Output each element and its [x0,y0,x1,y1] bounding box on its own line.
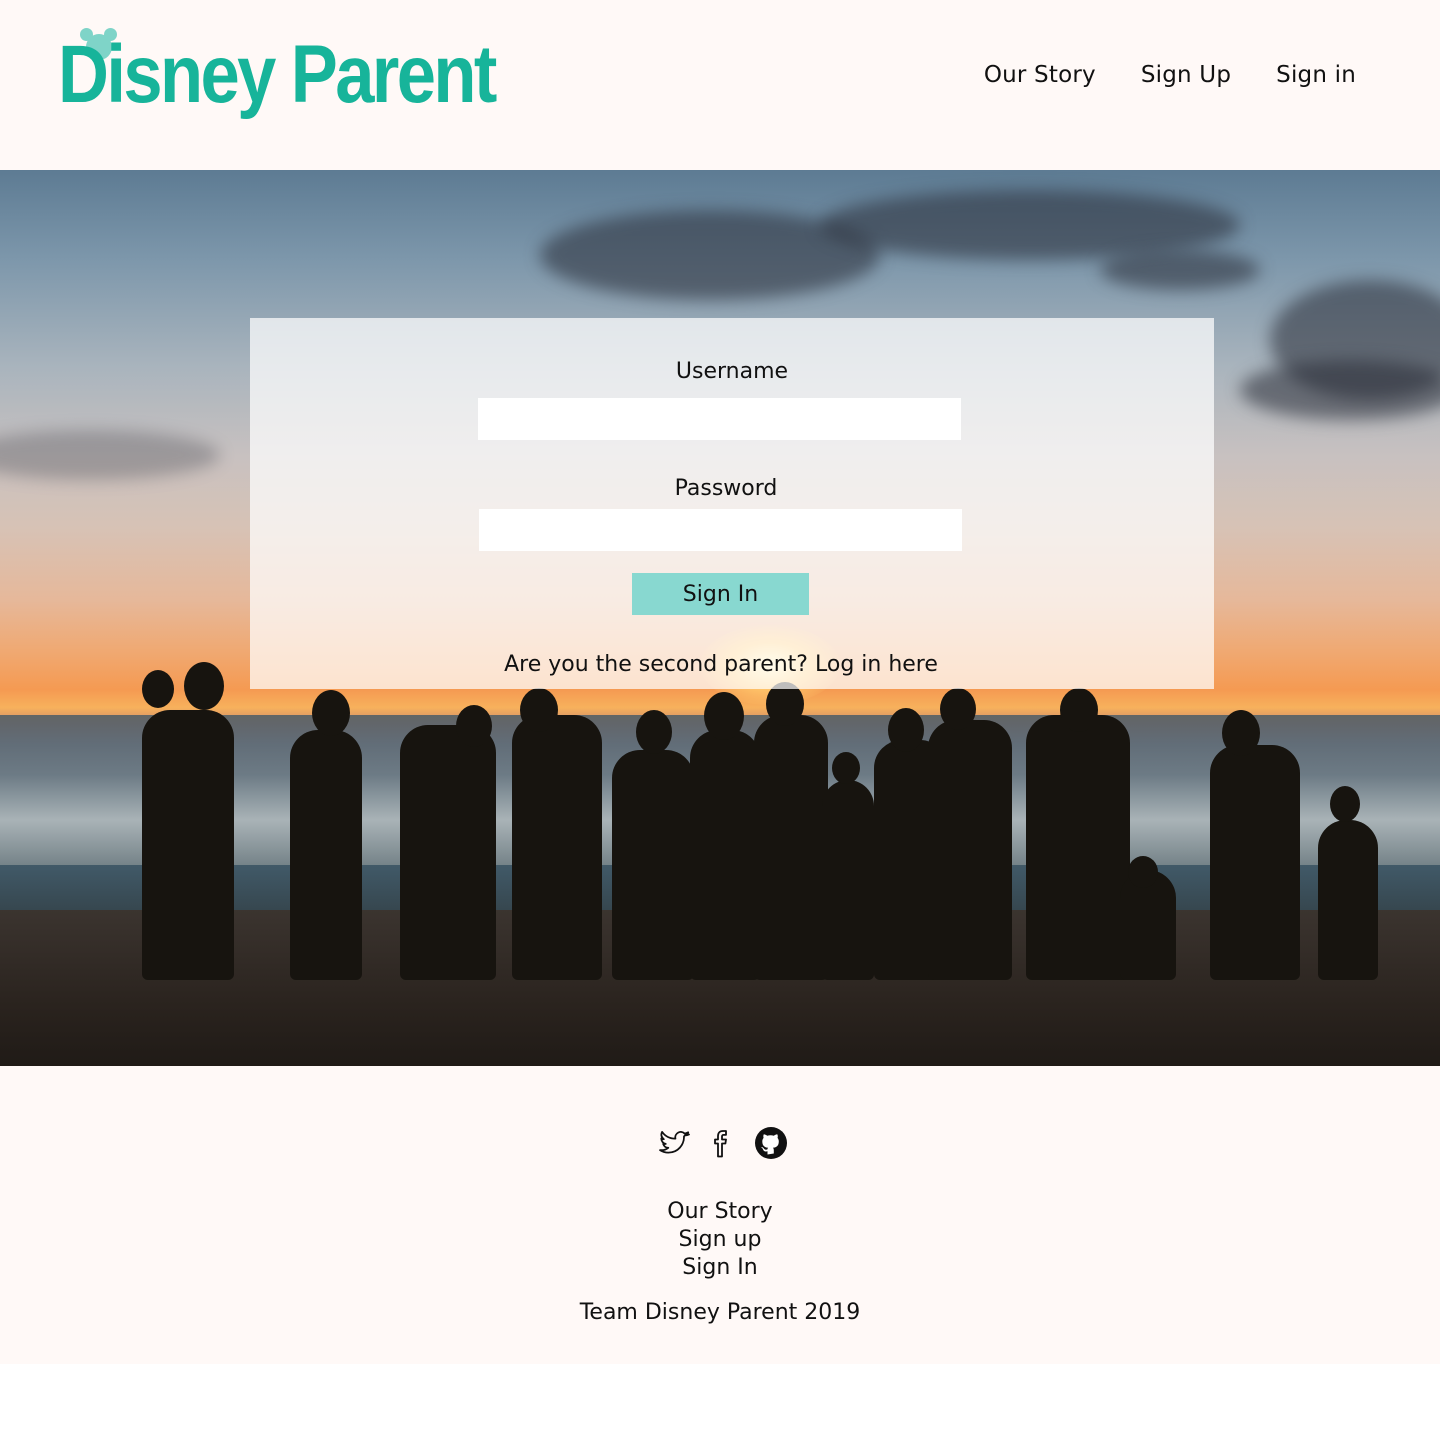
nav-sign-up[interactable]: Sign Up [1141,62,1231,88]
username-input[interactable] [478,398,961,440]
footer-link-our-story[interactable]: Our Story [0,1198,1440,1226]
sign-in-button[interactable]: Sign In [632,573,809,615]
social-links [658,1126,788,1160]
logo-text: Disney Parent [58,29,497,120]
second-parent-login-link[interactable]: Log in here [815,652,938,677]
footer-links: Our Story Sign up Sign In [0,1198,1440,1282]
github-icon[interactable] [754,1126,788,1160]
copyright-text: Team Disney Parent 2019 [579,1300,861,1325]
second-parent-prompt: Are you the second parent? Log in here [250,652,1192,677]
logo[interactable]: Disney Parent [58,28,497,138]
password-input[interactable] [479,509,962,551]
password-label: Password [674,476,778,501]
login-form: Username Password Sign In Are you the se… [250,318,1214,689]
username-label: Username [675,359,789,384]
twitter-icon[interactable] [658,1126,692,1160]
site-footer: Our Story Sign up Sign In Team Disney Pa… [0,1066,1440,1364]
site-header: Disney Parent Our Story Sign Up Sign in [0,0,1440,170]
second-parent-text: Are you the second parent? [504,652,808,677]
facebook-icon[interactable] [706,1126,740,1160]
nav-our-story[interactable]: Our Story [984,62,1096,88]
main-nav: Our Story Sign Up Sign in [984,62,1356,88]
footer-link-sign-in[interactable]: Sign In [0,1254,1440,1282]
footer-link-sign-up[interactable]: Sign up [0,1226,1440,1254]
nav-sign-in[interactable]: Sign in [1276,62,1356,88]
